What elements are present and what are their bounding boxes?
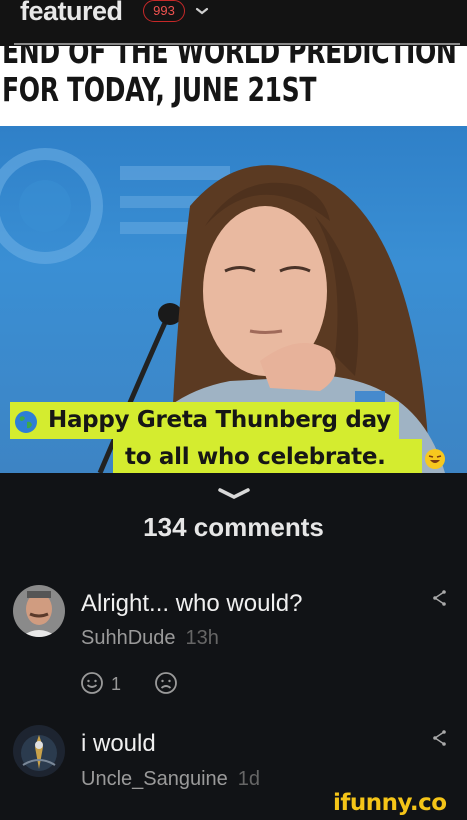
comment-time: 13h — [185, 627, 219, 649]
meme-caption-line-1: Happy Greta Thunberg day — [10, 402, 399, 439]
upvote-count: 1 — [111, 674, 122, 694]
comment-text: i would — [81, 730, 156, 757]
feed-title[interactable]: featured — [20, 0, 123, 27]
comment-meta: SuhhDude 13h — [81, 627, 219, 650]
ifunny-watermark: ifunny.co — [333, 790, 447, 816]
comment-username[interactable]: Uncle_Sanguine — [81, 768, 228, 790]
featured-count-badge: 993 — [143, 0, 185, 22]
chevron-down-icon[interactable] — [194, 6, 210, 16]
laughing-emoji-icon — [425, 449, 445, 469]
meme-caption-line-2: to all who celebrate. — [113, 439, 422, 473]
expand-chevron-icon[interactable] — [214, 486, 254, 502]
meme-headline-panel: END OF THE WORLD PREDICTION WAS FOR TODA… — [0, 46, 467, 126]
comment-username[interactable]: SuhhDude — [81, 627, 176, 649]
share-icon[interactable] — [432, 729, 448, 747]
meme-photo: Happy Greta Thunberg day to all who cele… — [0, 126, 467, 473]
globe-icon — [15, 411, 37, 433]
meme-headline: END OF THE WORLD PREDICTION WAS FOR TODA… — [2, 46, 467, 109]
comment-meta: Uncle_Sanguine 1d — [81, 768, 260, 791]
divider — [14, 43, 460, 45]
avatar[interactable] — [13, 725, 65, 777]
comments-count: 134 comments — [143, 512, 324, 542]
share-icon[interactable] — [432, 589, 448, 607]
comment-time: 1d — [237, 768, 261, 790]
smile-upvote-icon[interactable] — [80, 671, 104, 695]
meme-image[interactable]: END OF THE WORLD PREDICTION WAS FOR TODA… — [0, 46, 467, 473]
frown-downvote-icon[interactable] — [154, 671, 178, 695]
comment-text: Alright... who would? — [81, 590, 303, 617]
avatar[interactable] — [13, 585, 65, 637]
top-bar: featured 993 — [0, 0, 467, 46]
